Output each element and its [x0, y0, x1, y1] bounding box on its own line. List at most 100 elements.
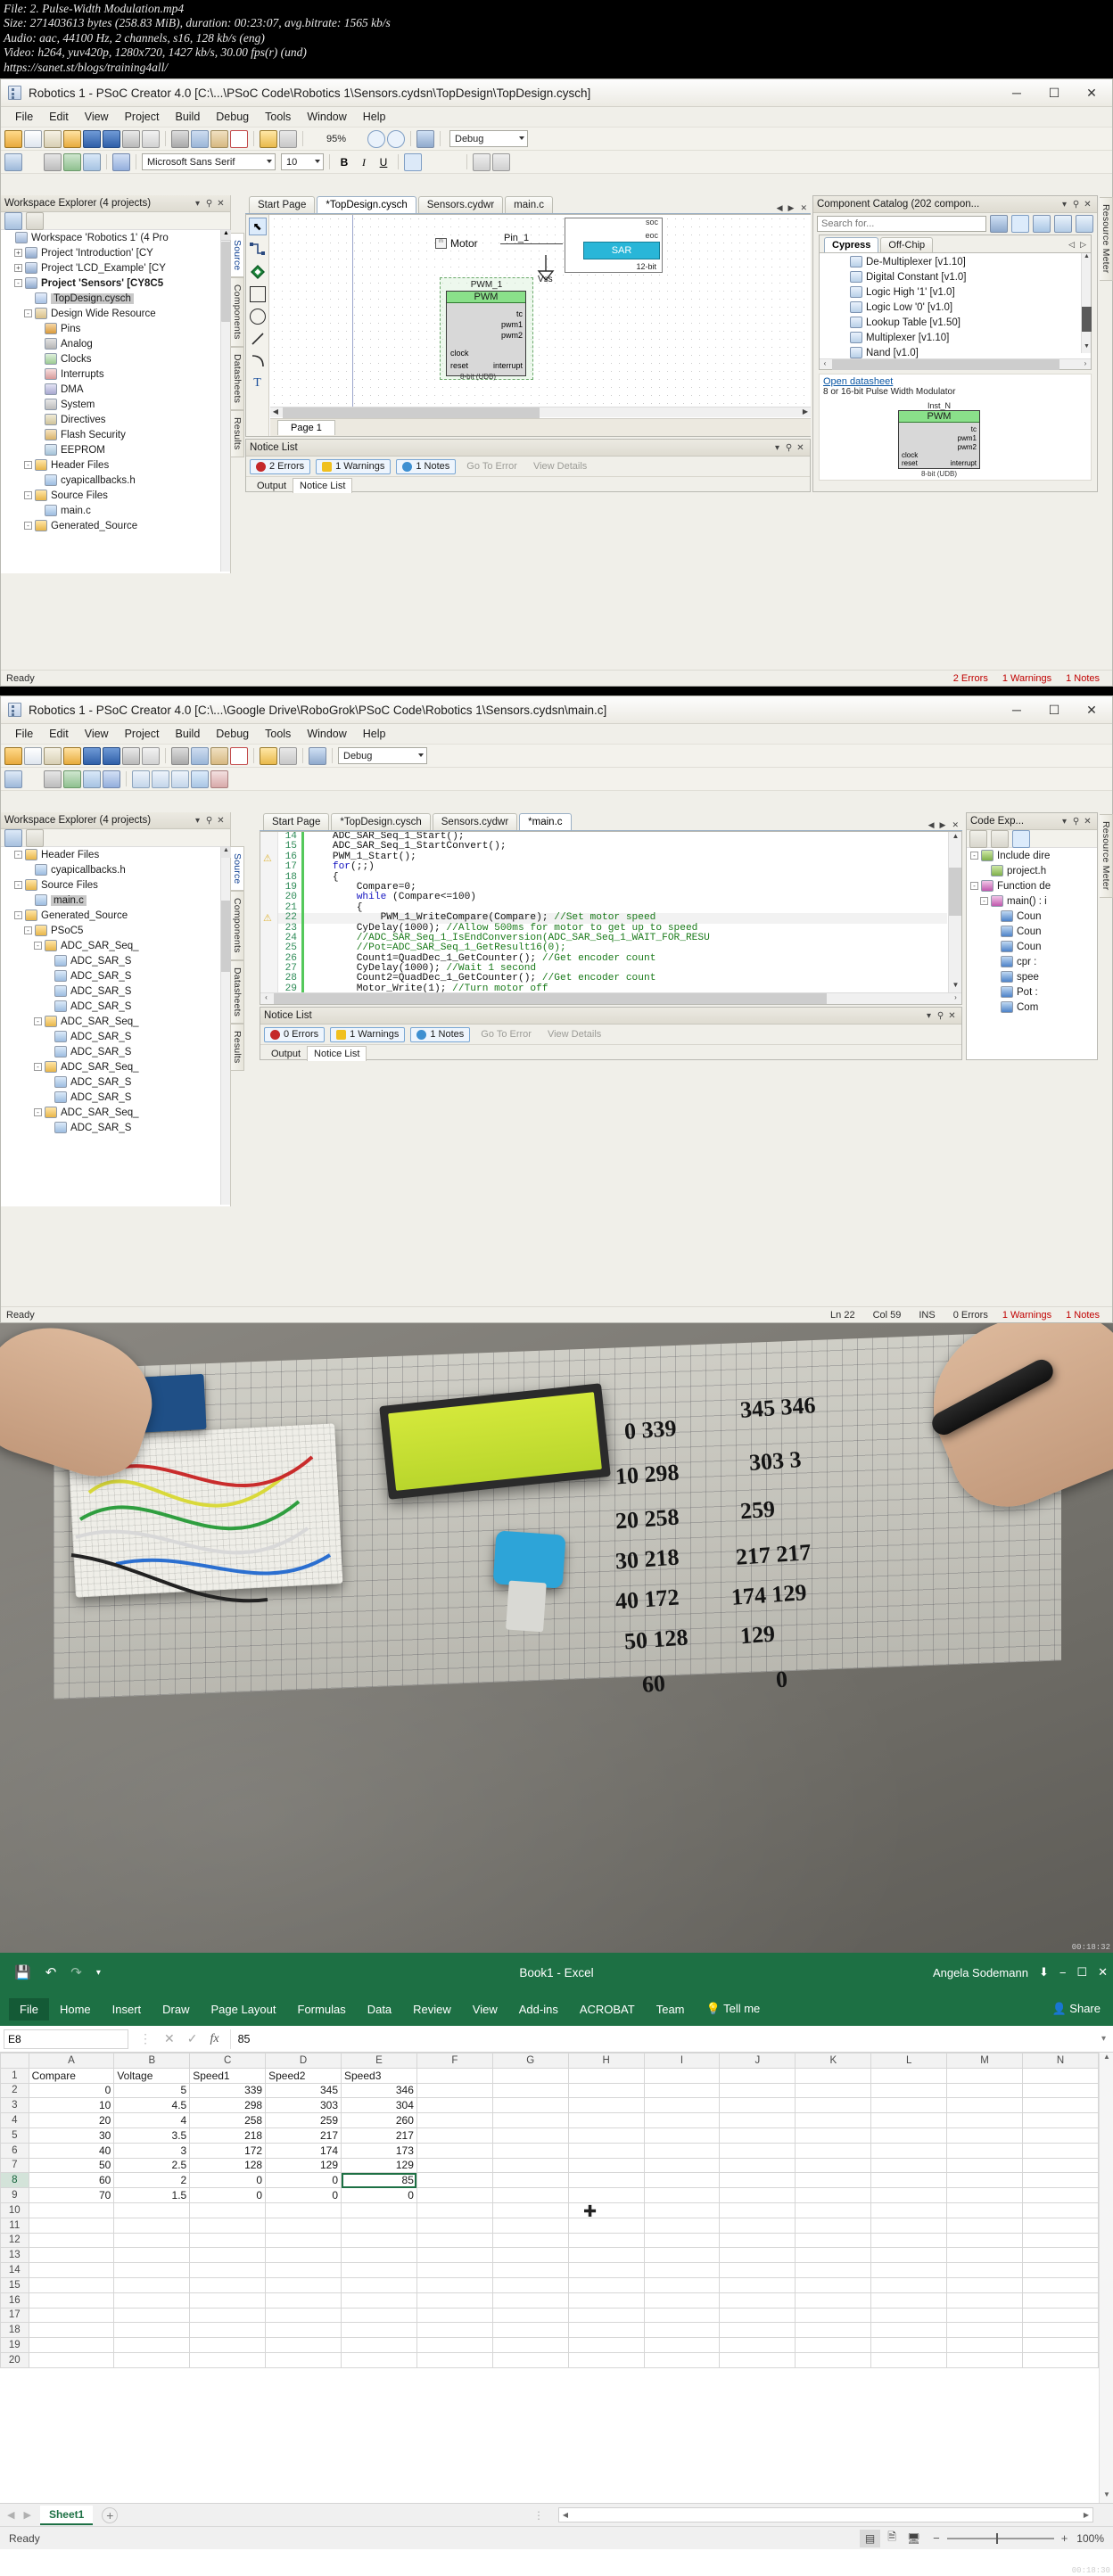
excel-hscrollbar[interactable]: ◀ ▶: [558, 2507, 1093, 2523]
menu-build[interactable]: Build: [167, 726, 208, 742]
cell-D9[interactable]: 0: [265, 2187, 342, 2203]
tree-item[interactable]: - Generated_Source: [1, 518, 230, 533]
side-tab-datasheets[interactable]: Datasheets: [231, 960, 244, 1025]
indent-icon[interactable]: [132, 770, 150, 788]
cell-F14[interactable]: [416, 2262, 493, 2278]
tree-item[interactable]: Pins: [1, 321, 230, 336]
menu-view[interactable]: View: [77, 109, 117, 125]
print-icon[interactable]: [122, 746, 140, 765]
debug-icon[interactable]: [112, 152, 130, 171]
expand-icon[interactable]: +: [14, 249, 22, 257]
menu-help[interactable]: Help: [355, 109, 394, 125]
cell-H6[interactable]: [567, 2142, 645, 2159]
tree-item[interactable]: - Source Files: [1, 877, 230, 893]
cell-M20[interactable]: [946, 2351, 1024, 2368]
cell-K13[interactable]: [795, 2247, 872, 2264]
collapse-icon[interactable]: -: [14, 279, 22, 287]
collapse-icon[interactable]: -: [14, 881, 22, 889]
cell-M7[interactable]: [946, 2157, 1024, 2174]
pwm-block[interactable]: PWM tc pwm1 pwm2 clock reset interrupt: [446, 291, 526, 376]
window1-tree-scrollbar[interactable]: ▲: [220, 230, 231, 572]
clean-icon[interactable]: [44, 770, 62, 788]
cell-C2[interactable]: 339: [189, 2082, 267, 2099]
scroll-thumb[interactable]: [1082, 307, 1092, 332]
cancel-edit-icon[interactable]: ✕: [164, 2031, 175, 2046]
cell-A20[interactable]: [28, 2351, 115, 2368]
row-header-18[interactable]: 18: [0, 2322, 29, 2339]
paste-icon[interactable]: [210, 129, 228, 148]
column-header-j[interactable]: J: [719, 2053, 796, 2069]
cell-C1[interactable]: Speed1: [189, 2067, 267, 2084]
column-header-m[interactable]: M: [946, 2053, 1024, 2069]
zoom-slider[interactable]: [946, 2532, 1054, 2544]
scroll-down-arrow-icon[interactable]: ▼: [1100, 2490, 1113, 2503]
tree-item[interactable]: Pot :: [967, 984, 1097, 1000]
cell-C5[interactable]: 218: [189, 2127, 267, 2144]
cell-H9[interactable]: [567, 2187, 645, 2203]
tree-item[interactable]: TopDesign.cysch: [1, 291, 230, 306]
excel-vscrollbar[interactable]: ▲ ▼: [1099, 2053, 1113, 2503]
font-name-select[interactable]: Microsoft Sans Serif: [142, 153, 276, 170]
collapse-icon[interactable]: -: [970, 882, 978, 890]
cell-G9[interactable]: [491, 2187, 569, 2203]
cell-D15[interactable]: [265, 2276, 342, 2293]
cell-N4[interactable]: [1022, 2112, 1099, 2128]
chevron-down-icon[interactable]: [348, 130, 366, 148]
collapse-icon[interactable]: -: [24, 522, 32, 530]
cell-G15[interactable]: [491, 2276, 569, 2293]
table-row[interactable]: 9 70 1.5 0 0 0: [0, 2187, 1099, 2203]
cell-N1[interactable]: [1022, 2067, 1099, 2084]
cell-B7[interactable]: 2.5: [113, 2157, 191, 2174]
catalog-item-list[interactable]: De-Multiplexer [v1.10] Digital Constant […: [820, 253, 1091, 369]
cell-D14[interactable]: [265, 2262, 342, 2278]
cell-B18[interactable]: [113, 2322, 191, 2339]
scroll-thumb[interactable]: [283, 407, 540, 418]
cell-I18[interactable]: [643, 2322, 721, 2339]
debug-icon[interactable]: [103, 770, 120, 788]
cell-K17[interactable]: [795, 2307, 872, 2324]
cell-C8[interactable]: 0: [189, 2172, 267, 2189]
cell-G17[interactable]: [491, 2307, 569, 2324]
column-header-f[interactable]: F: [416, 2053, 493, 2069]
column-header-k[interactable]: K: [795, 2053, 872, 2069]
cell-B13[interactable]: [113, 2247, 191, 2264]
cell-J16[interactable]: [719, 2292, 796, 2309]
cell-D13[interactable]: [265, 2247, 342, 2264]
cell-H3[interactable]: [567, 2097, 645, 2114]
cell-H8[interactable]: [567, 2172, 645, 2189]
tree-item[interactable]: ADC_SAR_S: [1, 1120, 230, 1135]
cell-H2[interactable]: [567, 2082, 645, 2099]
cell-K7[interactable]: [795, 2157, 872, 2174]
tab-nav-left-icon[interactable]: ◀: [926, 820, 937, 830]
ellipse-tool-icon[interactable]: [249, 309, 266, 325]
column-header-c[interactable]: C: [189, 2053, 267, 2069]
cell-K11[interactable]: [795, 2217, 872, 2234]
cell-G10[interactable]: [491, 2202, 569, 2218]
scroll-right-arrow-icon[interactable]: ›: [1080, 359, 1091, 370]
cell-J14[interactable]: [719, 2262, 796, 2278]
cell-G11[interactable]: [491, 2217, 569, 2234]
page-break-view-icon[interactable]: 🖥: [902, 2530, 926, 2547]
scroll-down-arrow-icon[interactable]: ▼: [949, 981, 961, 992]
cell-J20[interactable]: [719, 2351, 796, 2368]
close-icon[interactable]: ✕: [215, 198, 227, 210]
menu-build[interactable]: Build: [167, 109, 208, 125]
cell-L2[interactable]: [870, 2082, 948, 2099]
cell-J8[interactable]: [719, 2172, 796, 2189]
errors-filter-button[interactable]: 0 Errors: [264, 1026, 326, 1042]
collapse-icon[interactable]: -: [24, 309, 32, 317]
cell-J7[interactable]: [719, 2157, 796, 2174]
tree-item[interactable]: Com: [967, 1000, 1097, 1015]
normal-view-icon[interactable]: ▤: [859, 2529, 881, 2547]
doc-tab-topdesign[interactable]: *TopDesign.cysch: [317, 196, 416, 213]
table-row[interactable]: 20: [0, 2351, 1099, 2368]
code-editor[interactable]: ⚠ ⚠ 14 ADC_SAR_Seq_1_Start(); 15 ADC_SAR_…: [260, 831, 962, 1005]
undo-icon[interactable]: [260, 746, 277, 765]
cell-H13[interactable]: [567, 2247, 645, 2264]
resource-meter-tab[interactable]: Resource Meter: [1100, 197, 1113, 281]
cell-G20[interactable]: [491, 2351, 569, 2368]
cell-I15[interactable]: [643, 2276, 721, 2293]
cell-N12[interactable]: [1022, 2232, 1099, 2249]
cell-E9[interactable]: 0: [341, 2187, 417, 2203]
cell-F12[interactable]: [416, 2232, 493, 2249]
